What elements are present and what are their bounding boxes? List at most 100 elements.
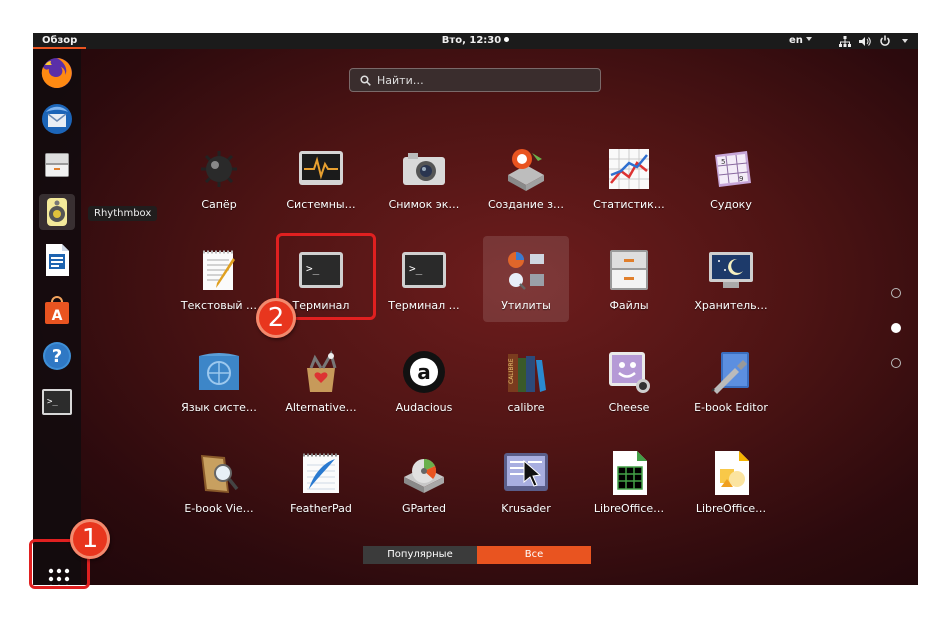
app-tile-screenshot[interactable]: Снимок эк… — [381, 135, 467, 221]
app-label: LibreOffice… — [695, 502, 767, 515]
dock-files[interactable] — [39, 147, 75, 183]
mine-icon — [201, 151, 237, 187]
rhythmbox-icon — [47, 198, 67, 226]
dock-firefox[interactable] — [39, 55, 75, 91]
app-tile-featherpad[interactable]: FeatherPad — [278, 439, 364, 525]
app-tile-terminal-2[interactable]: >_ Терминал … — [381, 236, 467, 322]
app-label: Судоку — [710, 198, 752, 211]
libreoffice-draw-icon — [715, 451, 749, 495]
dock-terminal[interactable]: >_ — [39, 384, 75, 420]
app-tile-libreoffice-draw[interactable]: LibreOffice… — [688, 439, 774, 525]
app-tile-saper[interactable]: Сапёр — [176, 135, 262, 221]
writer-icon — [46, 244, 69, 276]
app-tile-screensaver[interactable]: Хранитель… — [688, 236, 774, 322]
dock-help[interactable]: ? — [39, 338, 75, 374]
krusader-icon — [504, 453, 548, 491]
files-icon — [610, 250, 648, 290]
app-label: Cheese — [608, 401, 650, 414]
audacious-icon: a — [403, 351, 445, 393]
dock-software[interactable]: A — [39, 291, 75, 327]
dock: A ? >_ — [33, 49, 81, 585]
usb-creator-icon — [508, 149, 544, 191]
app-tile-cheese[interactable]: Cheese — [586, 338, 672, 424]
app-tile-alternative[interactable]: Alternative… — [278, 338, 364, 424]
app-tile-system-monitor[interactable]: Системны… — [278, 135, 364, 221]
dock-rhythmbox[interactable] — [39, 194, 75, 230]
app-tile-usb-creator[interactable]: Создание з… — [483, 135, 569, 221]
page-indicator-1[interactable] — [891, 288, 901, 298]
gparted-icon — [404, 458, 444, 493]
alternative-icon — [307, 350, 337, 392]
app-view-switcher: Популярные Все — [363, 546, 591, 564]
ebook-editor-icon — [711, 352, 749, 394]
text-editor-icon — [203, 250, 235, 290]
dock-thunderbird[interactable] — [39, 101, 75, 137]
sudoku-icon: 59 — [715, 151, 751, 187]
svg-text:5: 5 — [721, 158, 725, 166]
page-indicator-3[interactable] — [891, 358, 901, 368]
tab-all[interactable]: Все — [477, 546, 591, 564]
cheese-icon — [609, 352, 650, 393]
app-tile-calibre[interactable]: CALIBRE calibre — [483, 338, 569, 424]
top-bar: Обзор Вто, 12:30 en — [33, 33, 918, 49]
chevron-down-icon — [902, 39, 908, 43]
app-label: Системны… — [286, 198, 356, 211]
power-icon — [880, 35, 890, 46]
app-label: FeatherPad — [290, 502, 352, 515]
screensaver-icon — [709, 252, 753, 288]
activities-button[interactable]: Обзор — [33, 33, 87, 49]
page-indicator-2[interactable] — [891, 323, 901, 333]
app-folder-utilities[interactable]: Утилиты — [483, 236, 569, 322]
app-label: Терминал … — [388, 299, 460, 312]
app-tile-audacious[interactable]: a Audacious — [381, 338, 467, 424]
step-badge-2: 2 — [256, 298, 296, 338]
language-label: en — [789, 35, 803, 46]
app-label: calibre — [507, 401, 545, 414]
software-store-icon: A — [45, 296, 69, 324]
tab-frequent[interactable]: Популярные — [363, 546, 477, 564]
app-tile-statistics[interactable]: Статистик… — [586, 135, 672, 221]
language-indicator[interactable]: en — [789, 33, 812, 49]
dock-writer[interactable] — [39, 242, 75, 278]
dock-tooltip: Rhythmbox — [88, 206, 158, 221]
terminal-icon: >_ — [402, 252, 446, 288]
app-label: GParted — [402, 502, 446, 515]
app-tile-gparted[interactable]: GParted — [381, 439, 467, 525]
app-tile-language[interactable]: Язык систе… — [176, 338, 262, 424]
app-label: E-book Editor — [694, 401, 768, 414]
desktop-screen: Обзор Вто, 12:30 en A ? >_ Rhythmbox Най… — [33, 33, 918, 585]
help-icon: ? — [43, 342, 71, 370]
search-placeholder: Найти… — [377, 73, 424, 87]
system-monitor-icon — [299, 151, 343, 185]
search-input[interactable]: Найти… — [349, 68, 601, 92]
svg-text:>_: >_ — [47, 397, 58, 407]
terminal-icon: >_ — [42, 389, 72, 415]
svg-text:A: A — [52, 308, 63, 324]
thunderbird-icon — [42, 104, 72, 134]
app-label: Сапёр — [201, 198, 237, 211]
utilities-folder-icon — [508, 252, 544, 290]
app-label: Текстовый … — [180, 299, 258, 312]
app-label: Krusader — [501, 502, 551, 515]
app-tile-krusader[interactable]: Krusader — [483, 439, 569, 525]
clock-text: Вто, 12:30 — [441, 35, 502, 46]
statistics-icon — [609, 149, 649, 189]
app-label: E-book Vie… — [184, 502, 254, 515]
ebook-viewer-icon — [201, 455, 239, 493]
app-label: Статистик… — [593, 198, 665, 211]
app-tile-ebook-viewer[interactable]: E-book Vie… — [176, 439, 262, 525]
app-tile-ebook-editor[interactable]: E-book Editor — [688, 338, 774, 424]
system-tray[interactable] — [839, 35, 908, 47]
search-icon — [360, 74, 371, 86]
app-tile-sudoku[interactable]: 59 Судоку — [688, 135, 774, 221]
libreoffice-calc-icon — [613, 451, 647, 495]
svg-text:9: 9 — [739, 175, 743, 183]
calibre-icon: CALIBRE — [508, 354, 546, 392]
svg-text:CALIBRE: CALIBRE — [508, 358, 515, 384]
app-tile-text-editor[interactable]: Текстовый … — [176, 236, 262, 322]
files-cabinet-icon — [45, 153, 69, 177]
featherpad-icon — [303, 453, 339, 493]
app-tile-libreoffice-calc[interactable]: LibreOffice… — [586, 439, 672, 525]
app-tile-files[interactable]: Файлы — [586, 236, 672, 322]
clock[interactable]: Вто, 12:30 — [33, 33, 918, 49]
